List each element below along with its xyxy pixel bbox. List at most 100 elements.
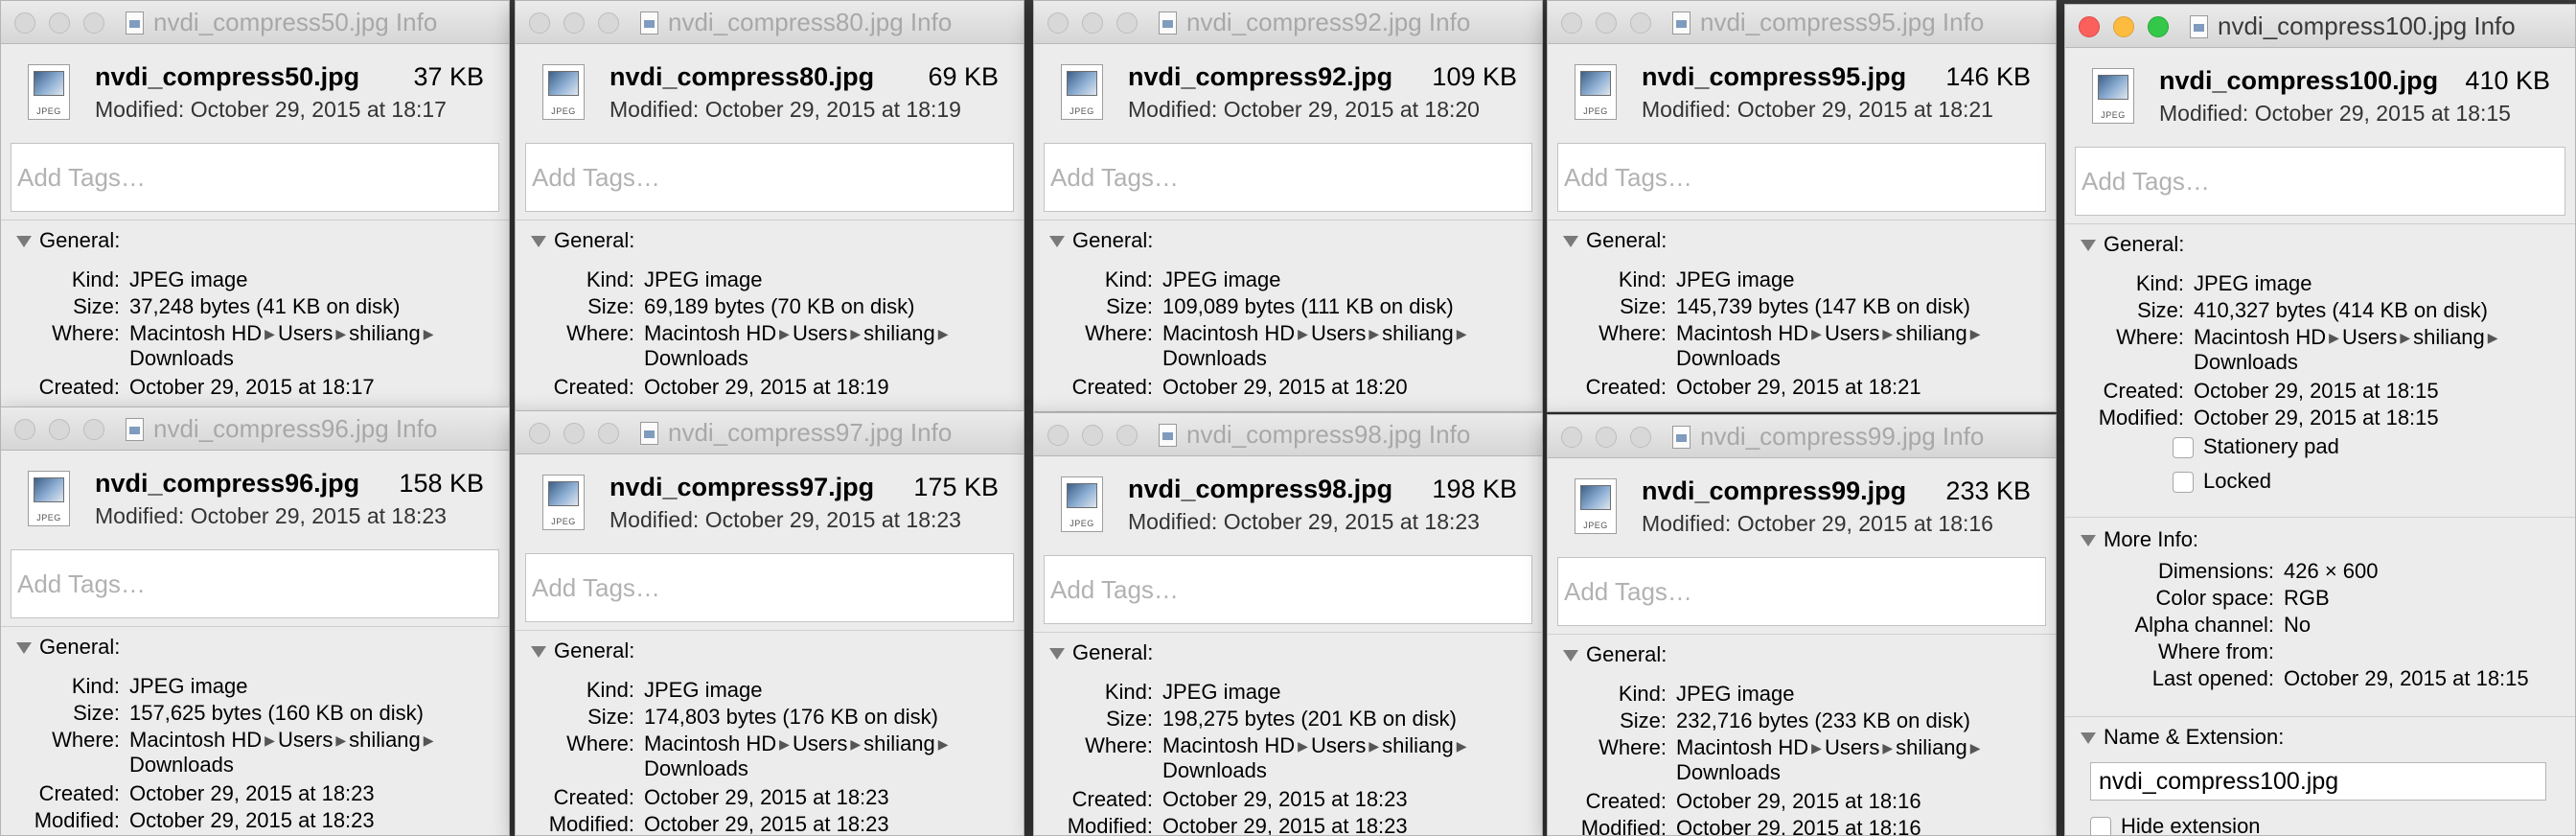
document-proxy-icon[interactable] [1672, 426, 1690, 449]
disclosure-triangle-icon[interactable] [2081, 732, 2096, 744]
path-user[interactable]: shiliang [1896, 735, 1967, 759]
path-users[interactable]: Users [278, 728, 333, 752]
path-users[interactable]: Users [793, 732, 847, 755]
tags-input[interactable] [525, 143, 1014, 212]
path-downloads[interactable]: Downloads [129, 346, 501, 371]
disclosure-triangle-icon[interactable] [1049, 648, 1065, 660]
zoom-button[interactable] [83, 419, 104, 440]
close-button[interactable] [14, 12, 35, 34]
path-volume[interactable]: Macintosh HD [1162, 321, 1295, 345]
path-volume[interactable]: Macintosh HD [129, 321, 262, 345]
path-volume[interactable]: Macintosh HD [644, 321, 776, 345]
title-bar[interactable]: nvdi_compress99.jpg Info [1548, 415, 2056, 458]
jpeg-file-icon[interactable]: JPEG [2092, 68, 2134, 124]
hide-extension-option[interactable]: Hide extension [2065, 812, 2261, 835]
disclosure-triangle-icon[interactable] [1049, 236, 1065, 247]
locked-option[interactable]: Locked [2065, 467, 2575, 501]
disclosure-triangle-icon[interactable] [16, 642, 32, 654]
path-users[interactable]: Users [793, 321, 847, 345]
minimize-button[interactable] [1596, 12, 1617, 34]
jpeg-file-icon[interactable]: JPEG [1061, 64, 1103, 120]
jpeg-file-icon[interactable]: JPEG [542, 475, 585, 530]
close-button[interactable] [14, 419, 35, 440]
path-user[interactable]: shiliang [1896, 321, 1967, 345]
close-button[interactable] [529, 12, 550, 34]
zoom-button[interactable] [598, 12, 619, 34]
minimize-button[interactable] [2113, 16, 2134, 37]
zoom-button[interactable] [1630, 427, 1651, 448]
minimize-button[interactable] [49, 12, 70, 34]
close-button[interactable] [1047, 12, 1069, 34]
close-button[interactable] [2079, 16, 2100, 37]
path-users[interactable]: Users [1311, 733, 1366, 757]
path-downloads[interactable]: Downloads [129, 753, 501, 778]
path-users[interactable]: Users [1311, 321, 1366, 345]
general-disclosure[interactable]: General: [2065, 231, 2575, 258]
path-downloads[interactable]: Downloads [644, 346, 1016, 371]
close-button[interactable] [1047, 425, 1069, 446]
path-volume[interactable]: Macintosh HD [2194, 325, 2326, 349]
title-bar[interactable]: nvdi_compress95.jpg Info [1548, 1, 2056, 44]
document-proxy-icon[interactable] [126, 418, 144, 441]
path-user[interactable]: shiliang [1382, 321, 1454, 345]
jpeg-file-icon[interactable]: JPEG [542, 64, 585, 120]
general-disclosure[interactable]: General: [1, 227, 509, 254]
path-user[interactable]: shiliang [863, 732, 935, 755]
path-downloads[interactable]: Downloads [1162, 346, 1534, 371]
zoom-button[interactable] [1630, 12, 1651, 34]
minimize-button[interactable] [49, 419, 70, 440]
document-proxy-icon[interactable] [1159, 424, 1177, 447]
disclosure-triangle-icon[interactable] [2081, 240, 2096, 251]
tags-input[interactable] [1557, 143, 2046, 212]
path-users[interactable]: Users [278, 321, 333, 345]
document-proxy-icon[interactable] [1672, 12, 1690, 35]
path-downloads[interactable]: Downloads [1676, 346, 2048, 371]
general-disclosure[interactable]: General: [1, 634, 509, 661]
close-button[interactable] [1561, 12, 1582, 34]
jpeg-file-icon[interactable]: JPEG [1061, 476, 1103, 532]
jpeg-file-icon[interactable]: JPEG [28, 64, 70, 120]
path-volume[interactable]: Macintosh HD [1676, 735, 1808, 759]
jpeg-file-icon[interactable]: JPEG [1575, 64, 1617, 120]
file-name-field[interactable] [2090, 762, 2546, 801]
minimize-button[interactable] [1596, 427, 1617, 448]
disclosure-triangle-icon[interactable] [2081, 535, 2096, 546]
jpeg-file-icon[interactable]: JPEG [1575, 478, 1617, 534]
title-bar[interactable]: nvdi_compress100.jpg Info [2065, 5, 2575, 48]
tags-input[interactable] [11, 549, 499, 618]
path-users[interactable]: Users [1825, 321, 1879, 345]
hide-extension-checkbox[interactable] [2090, 817, 2111, 835]
minimize-button[interactable] [1082, 425, 1103, 446]
zoom-button[interactable] [83, 12, 104, 34]
locked-checkbox[interactable] [2173, 472, 2194, 493]
disclosure-triangle-icon[interactable] [1563, 650, 1578, 662]
title-bar[interactable]: nvdi_compress50.jpg Info [1, 1, 509, 44]
name-extension-disclosure[interactable]: Name & Extension: [2065, 724, 2575, 751]
path-user[interactable]: shiliang [349, 728, 421, 752]
zoom-button[interactable] [2148, 16, 2169, 37]
tags-input[interactable] [525, 553, 1014, 622]
zoom-button[interactable] [1116, 425, 1138, 446]
path-volume[interactable]: Macintosh HD [129, 728, 262, 752]
disclosure-triangle-icon[interactable] [531, 646, 546, 658]
general-disclosure[interactable]: General: [1548, 641, 2056, 668]
tags-input[interactable] [1044, 555, 1532, 624]
document-proxy-icon[interactable] [1159, 12, 1177, 35]
path-user[interactable]: shiliang [2413, 325, 2485, 349]
path-users[interactable]: Users [1825, 735, 1879, 759]
close-button[interactable] [1561, 427, 1582, 448]
disclosure-triangle-icon[interactable] [1563, 236, 1578, 247]
path-user[interactable]: shiliang [863, 321, 935, 345]
general-disclosure[interactable]: General: [1034, 639, 1542, 666]
title-bar[interactable]: nvdi_compress98.jpg Info [1034, 413, 1542, 456]
path-user[interactable]: shiliang [1382, 733, 1454, 757]
close-button[interactable] [529, 423, 550, 444]
disclosure-triangle-icon[interactable] [16, 236, 32, 247]
path-downloads[interactable]: Downloads [1676, 760, 2048, 785]
path-volume[interactable]: Macintosh HD [1676, 321, 1808, 345]
document-proxy-icon[interactable] [640, 12, 658, 35]
stationery-pad-checkbox[interactable] [2173, 437, 2194, 458]
title-bar[interactable]: nvdi_compress97.jpg Info [516, 411, 1024, 454]
disclosure-triangle-icon[interactable] [531, 236, 546, 247]
title-bar[interactable]: nvdi_compress96.jpg Info [1, 407, 509, 451]
